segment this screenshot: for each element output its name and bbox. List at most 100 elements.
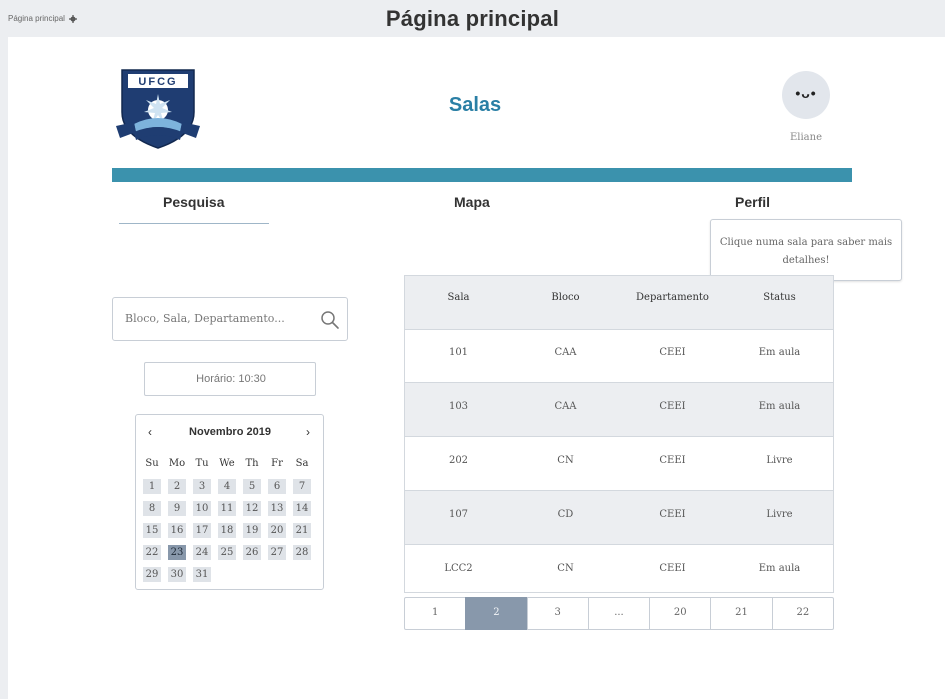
calendar-day[interactable]: 10	[193, 501, 211, 516]
table-row[interactable]: LCC2 CN CEEI Em aula	[405, 545, 833, 598]
cell-bloco: CAA	[554, 347, 577, 358]
time-label: Horário: 10:30	[196, 373, 266, 385]
cell-status: Livre	[766, 509, 793, 520]
calendar-day[interactable]: 6	[268, 479, 286, 494]
app-title: Salas	[448, 94, 502, 116]
calendar-day[interactable]: 1	[143, 479, 161, 494]
cell-bloco: CN	[557, 563, 574, 574]
calendar-day[interactable]: 31	[193, 567, 211, 582]
calendar-day[interactable]: 13	[268, 501, 286, 516]
help-tooltip: Clique numa sala para saber mais detalhe…	[710, 219, 902, 281]
calendar-day[interactable]: 4	[218, 479, 236, 494]
table-row[interactable]: 202 CN CEEI Livre	[405, 437, 833, 491]
ufcg-logo: UFCG	[116, 69, 200, 149]
cell-status: Em aula	[758, 563, 801, 574]
weekday-label: Fr	[271, 458, 283, 469]
calendar: ‹ Novembro 2019 › Su Mo Tu We Th Fr Sa 1…	[135, 414, 324, 590]
weekday-label: Th	[245, 458, 259, 469]
calendar-day[interactable]: 21	[293, 523, 311, 538]
user-name[interactable]: Eliane	[770, 132, 842, 143]
calendar-day[interactable]: 9	[168, 501, 186, 516]
cell-departamento: CEEI	[659, 347, 686, 358]
page-ellipsis: ...	[587, 597, 651, 630]
calendar-day[interactable]: 27	[268, 545, 286, 560]
cell-bloco: CD	[557, 509, 574, 520]
calendar-day[interactable]: 3	[193, 479, 211, 494]
calendar-day[interactable]: 18	[218, 523, 236, 538]
page-button-current[interactable]: 2	[465, 597, 528, 630]
cell-departamento: CEEI	[659, 455, 686, 466]
page-button[interactable]: 3	[526, 597, 589, 630]
calendar-day[interactable]: 15	[143, 523, 161, 538]
calendar-day[interactable]: 17	[193, 523, 211, 538]
nav-tab-perfil[interactable]: Perfil	[735, 194, 770, 210]
table-header: Sala Bloco Departamento Status	[405, 276, 833, 330]
page-button[interactable]: 21	[710, 597, 773, 630]
active-tab-indicator	[119, 223, 269, 224]
pagination: 1 2 3 ... 20 21 22	[404, 597, 834, 630]
table-row[interactable]: 103 CAA CEEI Em aula	[405, 383, 833, 437]
calendar-day[interactable]: 29	[143, 567, 161, 582]
column-header-departamento[interactable]: Departamento	[619, 276, 726, 329]
calendar-day[interactable]: 22	[143, 545, 161, 560]
calendar-prev-button[interactable]: ‹	[148, 425, 152, 439]
nav-tab-mapa[interactable]: Mapa	[454, 194, 490, 210]
page-button[interactable]: 1	[404, 597, 467, 630]
calendar-day[interactable]: 30	[168, 567, 186, 582]
weekday-label: We	[219, 458, 235, 469]
calendar-day[interactable]: 26	[243, 545, 261, 560]
column-header-status[interactable]: Status	[726, 276, 833, 329]
calendar-day[interactable]: 20	[268, 523, 286, 538]
cell-sala: LCC2	[444, 563, 473, 574]
svg-text:UFCG: UFCG	[138, 76, 177, 88]
cell-bloco: CAA	[554, 401, 577, 412]
cell-status: Em aula	[758, 401, 801, 412]
weekday-label: Mo	[168, 458, 186, 469]
cell-status: Livre	[766, 455, 793, 466]
calendar-day[interactable]: 7	[293, 479, 311, 494]
calendar-day[interactable]: 2	[168, 479, 186, 494]
cell-sala: 107	[448, 509, 469, 520]
table-row[interactable]: 107 CD CEEI Livre	[405, 491, 833, 545]
cell-status: Em aula	[758, 347, 801, 358]
calendar-month-label: Novembro 2019	[189, 426, 271, 438]
cell-sala: 202	[448, 455, 469, 466]
calendar-day[interactable]: 25	[218, 545, 236, 560]
time-selector[interactable]: Horário: 10:30	[144, 362, 316, 396]
cell-sala: 103	[448, 401, 469, 412]
calendar-day[interactable]: 12	[243, 501, 261, 516]
weekday-label: Su	[145, 458, 159, 469]
page-button[interactable]: 20	[649, 597, 712, 630]
calendar-day[interactable]: 8	[143, 501, 161, 516]
weekday-label: Tu	[195, 458, 209, 469]
search-input[interactable]: Bloco, Sala, Departamento...	[112, 297, 348, 341]
search-icon[interactable]	[320, 310, 340, 330]
calendar-day[interactable]: 19	[243, 523, 261, 538]
page-title: Página principal	[385, 6, 560, 31]
avatar-face-icon: •ᴗ•	[795, 85, 817, 101]
top-bar: Página principal Página principal	[0, 0, 945, 36]
cell-departamento: CEEI	[659, 509, 686, 520]
calendar-day-selected[interactable]: 23	[168, 545, 186, 560]
page-button[interactable]: 22	[771, 597, 834, 630]
cell-bloco: CN	[557, 455, 574, 466]
calendar-day[interactable]: 28	[293, 545, 311, 560]
calendar-day[interactable]: 5	[243, 479, 261, 494]
cell-departamento: CEEI	[659, 401, 686, 412]
avatar[interactable]: •ᴗ•	[782, 71, 830, 119]
table-row[interactable]: 101 CAA CEEI Em aula	[405, 329, 833, 383]
calendar-day[interactable]: 11	[218, 501, 236, 516]
column-header-bloco[interactable]: Bloco	[512, 276, 619, 329]
calendar-day[interactable]: 14	[293, 501, 311, 516]
column-header-sala[interactable]: Sala	[405, 276, 512, 329]
calendar-next-button[interactable]: ›	[306, 425, 310, 439]
search-placeholder: Bloco, Sala, Departamento...	[125, 312, 285, 325]
cell-departamento: CEEI	[659, 563, 686, 574]
rooms-table: Sala Bloco Departamento Status 101 CAA C…	[404, 275, 834, 593]
calendar-day[interactable]: 16	[168, 523, 186, 538]
weekday-label: Sa	[295, 458, 309, 469]
tooltip-text: Clique numa sala para saber mais detalhe…	[719, 237, 893, 266]
nav-tab-pesquisa[interactable]: Pesquisa	[163, 194, 224, 210]
calendar-day[interactable]: 24	[193, 545, 211, 560]
cell-sala: 101	[448, 347, 469, 358]
